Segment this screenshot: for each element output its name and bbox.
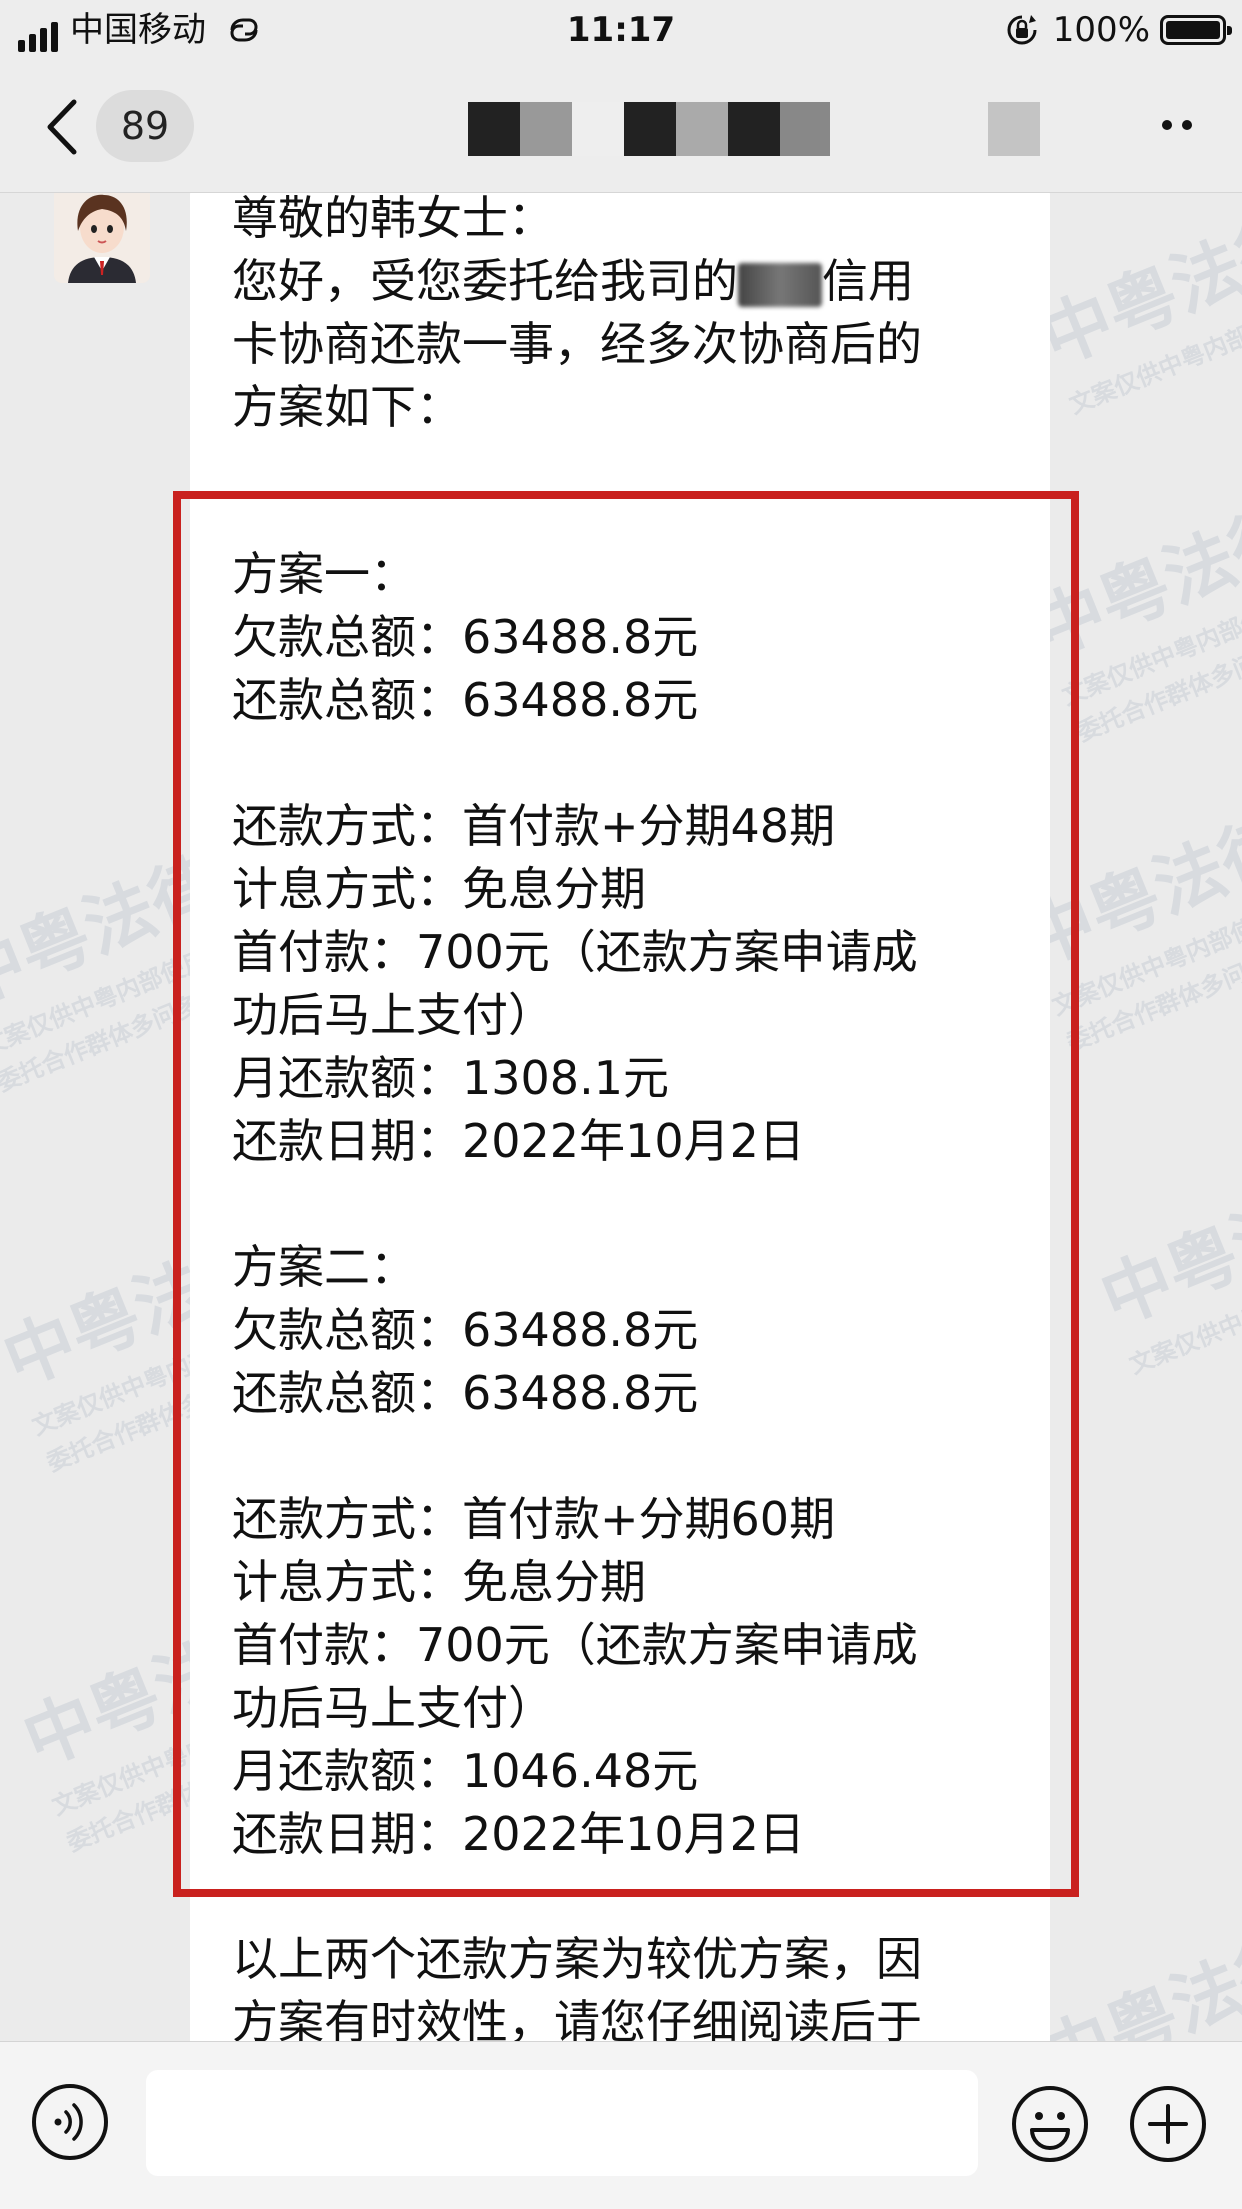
plan-date: 还款日期：2022年10月2日 <box>232 1807 805 1861</box>
redacted-chat-title <box>468 102 830 156</box>
plan-repay-total: 还款总额：63488.8元 <box>232 1366 699 1420</box>
unread-count-badge[interactable]: 89 <box>96 90 194 162</box>
redacted-bank-name <box>738 262 822 307</box>
plan-down-payment: 首付款：700元（还款方案申请成 <box>232 1618 918 1672</box>
plan-monthly: 月还款额：1308.1元 <box>232 1051 669 1105</box>
watermark: 中粤法律文案仅供中粤内部使用 <box>1029 1919 1242 2041</box>
plan-title: 方案一： <box>232 547 416 601</box>
battery-percent: 100% <box>1052 10 1150 50</box>
watermark: 中粤法律文案仅供中粤内部使用 <box>1029 199 1242 420</box>
voice-icon[interactable] <box>32 2084 108 2160</box>
message-intro: 尊敬的韩女士： 您好，受您委托给我司的 信用 卡协商还款一事，经多次协商后的 方案… <box>232 193 1032 439</box>
plan-method: 还款方式：首付款+分期60期 <box>232 1492 836 1546</box>
avatar[interactable] <box>54 193 150 283</box>
message-input[interactable] <box>146 2070 978 2176</box>
plan-interest: 计息方式：免息分期 <box>232 1555 646 1609</box>
plan-down-payment-cont: 功后马上支付） <box>232 1681 554 1735</box>
plan-one: 方案一： 欠款总额：63488.8元 还款总额：63488.8元 还款方式：首付… <box>232 543 1032 1173</box>
more-icon[interactable] <box>1162 120 1192 130</box>
plan-title: 方案二： <box>232 1240 416 1294</box>
plan-interest: 计息方式：免息分期 <box>232 862 646 916</box>
intro-line: 您好，受您委托给我司的 信用 <box>232 254 914 308</box>
plan-monthly: 月还款额：1046.48元 <box>232 1744 699 1798</box>
footer-line: 方案有时效性，请您仔细阅读后于 <box>232 1995 922 2041</box>
plan-down-payment: 首付款：700元（还款方案申请成 <box>232 925 918 979</box>
chevron-left-icon[interactable] <box>44 98 80 156</box>
chat-area[interactable]: 中粤法律 文案仅供中粤内部使用 中粤法律 文案仅供中粤内部使用 委托合作群体多问多核实… <box>0 193 1242 2041</box>
message-footer: 以上两个还款方案为较优方案，因 方案有时效性，请您仔细阅读后于 <box>232 1928 1032 2041</box>
status-bar: 中国移动 11:17 100% <box>0 0 1242 62</box>
greeting: 尊敬的韩女士： <box>232 193 554 245</box>
plan-down-payment-cont: 功后马上支付） <box>232 988 554 1042</box>
rotation-lock-icon <box>1007 15 1037 45</box>
emoji-icon[interactable] <box>1010 2084 1090 2164</box>
input-bar <box>0 2041 1242 2209</box>
battery-icon <box>1160 15 1232 45</box>
plan-debt-total: 欠款总额：63488.8元 <box>232 610 699 664</box>
chat-nav-bar: 89 <box>0 62 1242 193</box>
redacted-chat-title-suffix <box>988 102 1040 156</box>
plan-debt-total: 欠款总额：63488.8元 <box>232 1303 699 1357</box>
plan-method: 还款方式：首付款+分期48期 <box>232 799 836 853</box>
plan-date: 还款日期：2022年10月2日 <box>232 1114 805 1168</box>
intro-line: 方案如下： <box>232 380 462 434</box>
plus-icon[interactable] <box>1128 2084 1208 2164</box>
footer-line: 以上两个还款方案为较优方案，因 <box>232 1932 922 1986</box>
intro-line: 卡协商还款一事，经多次协商后的 <box>232 317 922 371</box>
watermark: 中粤法律文案仅供中粤内部使用 <box>1089 1159 1242 1380</box>
plan-repay-total: 还款总额：63488.8元 <box>232 673 699 727</box>
plan-two: 方案二： 欠款总额：63488.8元 还款总额：63488.8元 还款方式：首付… <box>232 1236 1032 1866</box>
